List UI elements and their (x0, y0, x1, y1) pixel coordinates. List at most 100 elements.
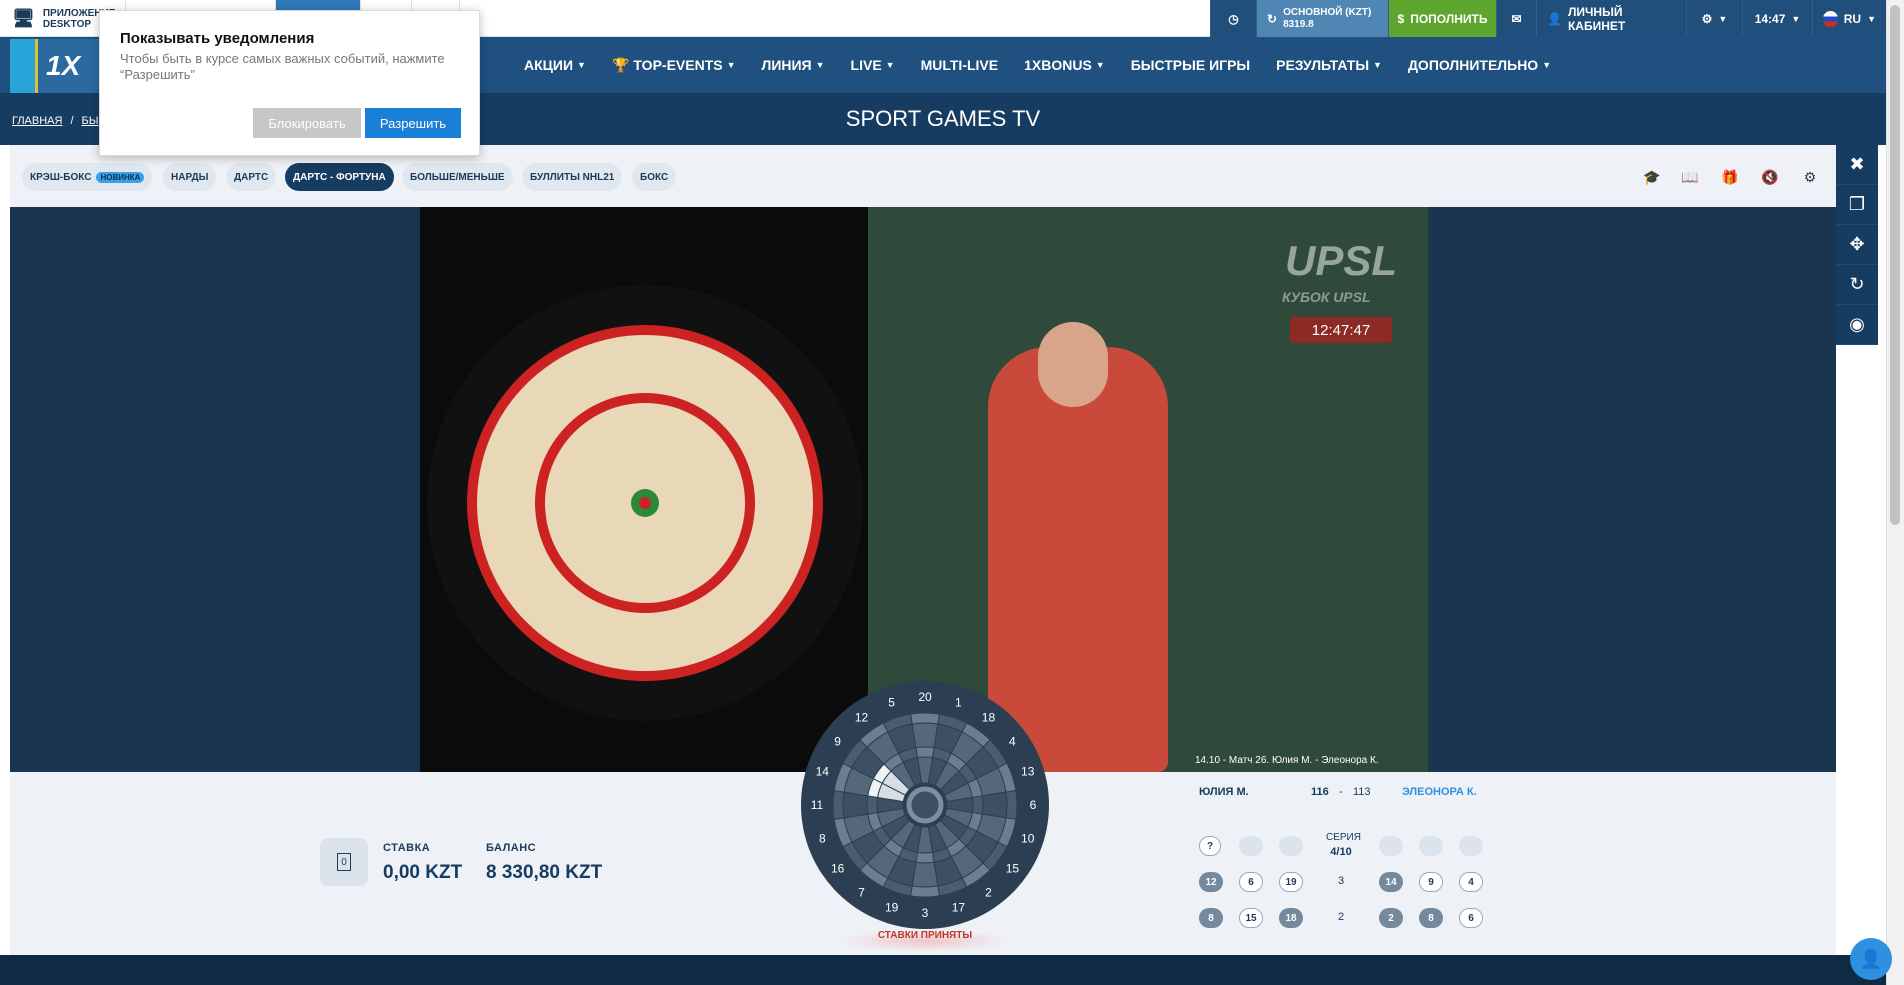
block-button[interactable]: Блокировать (253, 108, 361, 138)
dartboard-double (910, 712, 940, 725)
video-logo-sub: КУБОК UPSL (1282, 289, 1371, 305)
dartboard-number[interactable]: 3 (922, 906, 929, 920)
nav-item[interactable]: LIVE ▼ (851, 57, 895, 73)
dartboard-number[interactable]: 11 (811, 798, 824, 812)
dartboard-number[interactable]: 9 (834, 735, 841, 749)
player1-name: ЮЛИЯ М. (1199, 786, 1249, 798)
game-tab[interactable]: ДАРТС - ФОРТУНА (285, 163, 394, 191)
stake-icon-text: 0 (337, 853, 351, 871)
deposit-button[interactable]: $ ПОПОЛНИТЬ (1388, 0, 1496, 37)
language-selector[interactable]: RU ▼ (1812, 0, 1886, 37)
gift-icon[interactable]: 🎁 (1717, 165, 1743, 189)
nav-item[interactable]: БЫСТРЫЕ ИГРЫ (1131, 57, 1250, 73)
game-tab-label: КРЭШ-БОКС (30, 171, 92, 183)
dartboard-number[interactable]: 13 (1021, 765, 1035, 779)
empty-slot (1239, 836, 1263, 856)
dartboard-bull (906, 786, 944, 824)
nav-item[interactable]: АКЦИИ ▼ (524, 57, 586, 73)
scrollbar-thumb[interactable] (1890, 5, 1900, 525)
dollar-icon: $ (1397, 11, 1405, 26)
game-tab-label: БОКС (640, 171, 669, 183)
nav-item[interactable]: 1XBONUS ▼ (1024, 57, 1105, 73)
support-chat-icon[interactable]: 👤 (1850, 938, 1892, 980)
nav-item[interactable]: ЛИНИЯ ▼ (762, 57, 825, 73)
dartboard-number[interactable]: 20 (918, 690, 932, 704)
game-tab[interactable]: КРЭШ-БОКС НОВИНКА (22, 163, 153, 191)
player2-throw: 9 (1419, 872, 1443, 892)
dartboard-number[interactable]: 15 (1006, 861, 1020, 875)
time-selector[interactable]: 14:47 ▼ (1742, 0, 1812, 37)
graduation-cap-icon[interactable]: 🎓 (1639, 165, 1665, 189)
player1-throw: 15 (1239, 908, 1263, 928)
help-button[interactable]: ? (1199, 836, 1221, 856)
toggle-icon[interactable]: ◉ (1836, 305, 1878, 345)
account-info: ОСНОВНОЙ (KZT) 8319.8 (1283, 7, 1371, 31)
dartboard-number[interactable]: 8 (819, 831, 826, 845)
nav-item-label: ДОПОЛНИТЕЛЬНО (1407, 57, 1539, 73)
dartboard-number[interactable]: 7 (858, 885, 865, 899)
logo-flag (10, 39, 38, 93)
empty-slot (1459, 836, 1483, 856)
dartboard-number[interactable]: 14 (816, 765, 830, 779)
dartboard-number[interactable]: 16 (831, 861, 845, 875)
nav-item[interactable]: 🏆 TOP-EVENTS ▼ (612, 57, 736, 74)
nav-item[interactable]: РЕЗУЛЬТАТЫ ▼ (1276, 57, 1382, 73)
dartboard-treble (866, 795, 879, 815)
game-tab[interactable]: БУЛЛИТЫ NHL21 (522, 163, 623, 191)
game-tab[interactable]: НАРДЫ (163, 163, 217, 191)
footer-strip (0, 955, 1886, 985)
copy-icon[interactable]: ❐ (1836, 185, 1878, 225)
time-label: 14:47 (1754, 11, 1786, 26)
player1-throw: 19 (1279, 872, 1303, 892)
messages-button[interactable]: ✉ (1496, 0, 1536, 37)
sliders-icon[interactable]: ⚙ (1797, 165, 1823, 189)
dartboard-number[interactable]: 5 (888, 695, 895, 709)
dartboard-number[interactable]: 4 (1009, 735, 1016, 749)
score-separator: - (1339, 786, 1343, 798)
close-icon[interactable]: ✖ (1836, 145, 1878, 185)
dartboard-selector[interactable]: 20 1 18 4 13 6 10 15 2 17 3 19 7 16 8 11 14 9 12 5 (800, 680, 1050, 930)
history-button[interactable]: ◷ (1210, 0, 1256, 37)
allow-button[interactable]: Разрешить (365, 108, 461, 138)
nav-item-label: ЛИНИЯ (761, 57, 812, 73)
nav-item-label: 1XBONUS (1024, 57, 1092, 73)
round-number: 2 (1337, 911, 1345, 923)
game-tab-label: НАРДЫ (171, 171, 209, 183)
chevron-down-icon: ▼ (1791, 13, 1801, 24)
nav-item-label: АКЦИИ (524, 57, 574, 73)
dartboard-number[interactable]: 6 (1030, 798, 1037, 812)
chevron-down-icon: ▼ (577, 60, 586, 70)
settings-button[interactable]: ⚙ ▼ (1686, 0, 1742, 37)
nav-item-label: MULTI-LIVE (920, 57, 999, 73)
nav-item[interactable]: ДОПОЛНИТЕЛЬНО ▼ (1408, 57, 1551, 73)
dartboard-number[interactable]: 17 (952, 901, 966, 915)
player2-throw: 4 (1459, 872, 1483, 892)
video-logo: UPSL (1285, 237, 1398, 284)
stake-label: СТАВКА (383, 842, 431, 854)
dartboard-treble (971, 795, 984, 815)
player2-score: 113 (1353, 786, 1371, 798)
dartboard-number[interactable]: 12 (855, 711, 869, 725)
reload-icon[interactable]: ↻ (1836, 265, 1878, 305)
game-tab[interactable]: БОКС (632, 163, 677, 191)
mute-icon[interactable]: 🔇 (1757, 165, 1783, 189)
dartboard-number[interactable]: 18 (982, 711, 996, 725)
dartboard-treble (915, 851, 935, 864)
book-icon[interactable]: 📖 (1677, 165, 1703, 189)
nav-item[interactable]: MULTI-LIVE (921, 57, 999, 73)
player2-throw: 14 (1379, 872, 1403, 892)
dartboard-number[interactable]: 10 (1021, 831, 1035, 845)
dartboard-number[interactable]: 19 (885, 901, 899, 915)
video-caption: 14.10 - Матч 26. Юлия М. - Элеонора К. (1195, 755, 1379, 766)
personal-cabinet-button[interactable]: 👤 ЛИЧНЫЙ КАБИНЕТ (1536, 0, 1686, 37)
game-tab[interactable]: БОЛЬШЕ/МЕНЬШЕ (402, 163, 513, 191)
game-tab[interactable]: ДАРТС (226, 163, 277, 191)
dartboard-number[interactable]: 1 (955, 695, 962, 709)
nav-item-label: TOP-EVENTS (633, 57, 723, 73)
nav-item-label: LIVE (850, 57, 882, 73)
account-selector[interactable]: ↻ ОСНОВНОЙ (KZT) 8319.8 (1256, 0, 1388, 37)
account-type: ОСНОВНОЙ (KZT) (1283, 6, 1372, 18)
dartboard-number[interactable]: 2 (985, 885, 992, 899)
bets-accepted-status: СТАВКИ ПРИНЯТЫ (835, 930, 1015, 952)
fullscreen-icon[interactable]: ✥ (1836, 225, 1878, 265)
